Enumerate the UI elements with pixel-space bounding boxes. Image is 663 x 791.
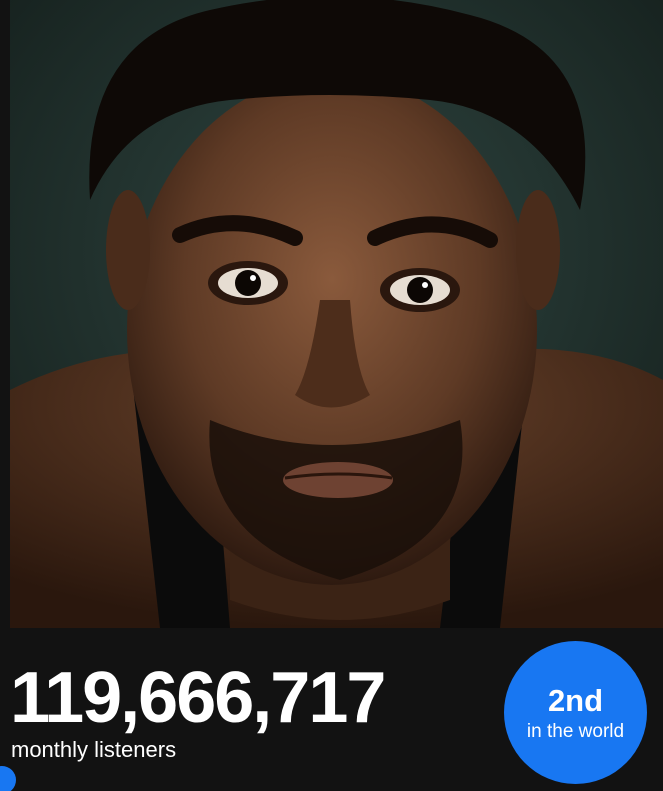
artist-photo (10, 0, 663, 628)
rank-value: 2nd (547, 682, 604, 718)
rank-caption: in the world (526, 720, 625, 742)
page-indicator-dot (0, 766, 16, 791)
stats-bar: 119,666,717 monthly listeners 2nd in the… (0, 628, 663, 791)
world-rank-badge: 2nd in the world (504, 641, 647, 784)
monthly-listeners-label: monthly listeners (11, 737, 177, 762)
monthly-listeners-count: 119,666,717 (10, 658, 386, 738)
artist-stats-card: 119,666,717 monthly listeners 2nd in the… (0, 0, 663, 791)
